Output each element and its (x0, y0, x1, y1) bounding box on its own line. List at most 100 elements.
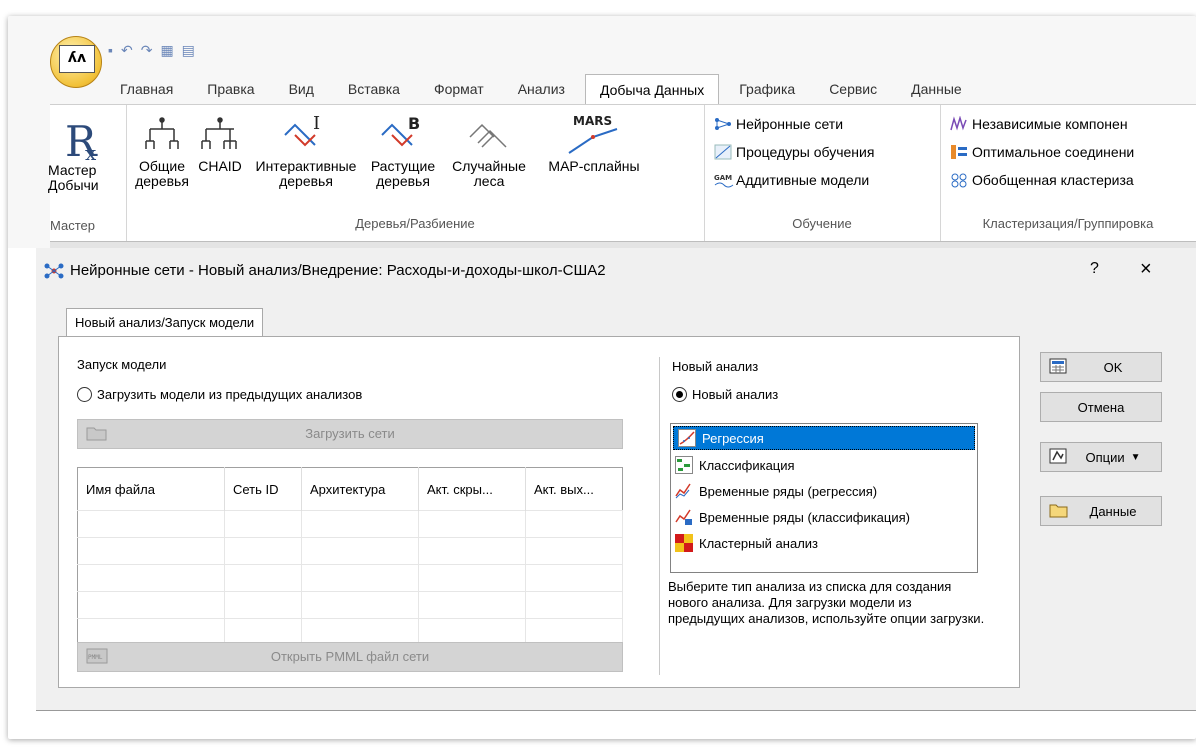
time-series-regression-icon (675, 482, 693, 500)
radio-circle[interactable] (77, 387, 92, 402)
col-hidden-activation[interactable]: Акт. скры... (418, 467, 526, 511)
mars-splines-button[interactable]: MARS MAP-сплайны (536, 111, 652, 174)
help-button[interactable]: ? (1090, 260, 1099, 278)
random-forests-button[interactable]: Случайные леса (442, 111, 536, 189)
window: ʎʌ ▪↶↷▦▤ Главная Правка Вид Вставка Форм… (8, 16, 1196, 739)
list-item-cluster-analysis[interactable]: Кластерный анализ (671, 530, 977, 556)
tab-edit[interactable]: Правка (193, 74, 268, 104)
neural-networks-dialog: Нейронные сети - Новый анализ/Внедрение:… (36, 248, 1196, 710)
open-pmml-label: Открыть PMML файл сети (270, 649, 430, 664)
rx-icon: Rx (48, 115, 118, 163)
tab-tools[interactable]: Сервис (815, 74, 891, 104)
neural-networks-label: Нейронные сети (736, 116, 844, 132)
dialog-title-bar[interactable]: Нейронные сети - Новый анализ/Внедрение:… (44, 262, 606, 279)
save-icon[interactable]: ▪ (108, 42, 121, 58)
print-icon[interactable]: ▦ (160, 42, 181, 58)
app-menu-button[interactable]: ʎʌ (50, 36, 102, 88)
cancel-label: Отмена (1077, 399, 1125, 415)
options-label: Опции (1085, 449, 1125, 465)
random-forest-icon (442, 111, 536, 159)
group-wizard: Rx Мастер Добычи Мастер (8, 105, 127, 241)
interactive-trees-label-2: деревья (279, 173, 333, 189)
mars-label: MAP-сплайны (548, 158, 640, 174)
model-launch-group: Запуск модели Загрузить модели из предыд… (77, 357, 647, 675)
col-file-name[interactable]: Имя файла (77, 467, 225, 511)
data-miner-wizard-button[interactable]: Rx Мастер Добычи (48, 115, 118, 193)
load-models-radio-label: Загрузить модели из предыдущих анализов (97, 387, 363, 402)
chevron-down-icon: ▼ (1130, 451, 1141, 463)
radio-circle-selected[interactable] (672, 387, 687, 402)
col-architecture[interactable]: Архитектура (301, 467, 419, 511)
group-label-wizard: Мастер (50, 218, 95, 233)
boosting-trees-label-1: Растущие (370, 158, 436, 174)
new-analysis-radio[interactable]: Новый анализ (672, 387, 778, 402)
data-button[interactable]: Данные (1040, 496, 1162, 526)
table-header-row: Имя файла Сеть ID Архитектура Акт. скры.… (77, 467, 623, 511)
table-row (77, 510, 623, 538)
list-item-label: Классификация (699, 457, 795, 473)
list-item-classification[interactable]: Классификация (671, 452, 977, 478)
ribbon: ʎʌ ▪↶↷▦▤ Главная Правка Вид Вставка Форм… (8, 16, 1196, 250)
list-item-time-series-regression[interactable]: Временные ряды (регрессия) (671, 478, 977, 504)
open-icon[interactable]: ▤ (182, 42, 203, 58)
list-item-regression[interactable]: Регрессия (673, 426, 975, 450)
tab-data-mining[interactable]: Добыча Данных (584, 74, 720, 105)
open-pmml-button[interactable]: PMML Открыть PMML файл сети (77, 642, 623, 672)
neural-networks-button[interactable]: Нейронные сети (714, 113, 843, 135)
table-row (77, 537, 623, 565)
additive-models-label: Аддитивные модели (736, 172, 870, 188)
calculator-icon (1049, 358, 1067, 374)
tab-insert[interactable]: Вставка (334, 74, 414, 104)
independent-components-button[interactable]: Независимые компонен (950, 113, 1128, 135)
boosting-trees-button[interactable]: B Растущие деревья (364, 111, 442, 189)
tab-format[interactable]: Формат (420, 74, 498, 104)
load-models-radio[interactable]: Загрузить модели из предыдущих анализов (77, 387, 362, 402)
chaid-label: CHAID (198, 158, 242, 174)
interactive-mark: I (313, 113, 320, 134)
tree-icon (134, 111, 190, 159)
ok-button[interactable]: OK (1040, 352, 1162, 382)
load-networks-label: Загрузить сети (305, 426, 395, 441)
mars-text: MARS (573, 114, 612, 128)
networks-table: Имя файла Сеть ID Архитектура Акт. скры.… (77, 467, 623, 646)
gam-icon: GAM (714, 172, 734, 188)
chaid-button[interactable]: CHAID (192, 111, 248, 174)
cancel-button[interactable]: Отмена (1040, 392, 1162, 422)
additive-models-button[interactable]: GAM Аддитивные модели (714, 169, 869, 191)
tab-analysis[interactable]: Анализ (504, 74, 579, 104)
training-icon (714, 144, 732, 160)
mars-icon: MARS (536, 111, 652, 159)
training-procedures-button[interactable]: Процедуры обучения (714, 141, 874, 163)
generalized-clustering-button[interactable]: Обобщенная кластериза (950, 169, 1134, 191)
analysis-type-list[interactable]: Регрессия Классификация Временные ряды (… (670, 423, 978, 573)
interactive-trees-label-1: Интерактивные (255, 158, 357, 174)
clustering-icon (950, 172, 968, 188)
wizard-label-1: Мастер (48, 162, 97, 178)
general-trees-button[interactable]: Общие деревья (134, 111, 190, 189)
redo-icon[interactable]: ↷ (141, 42, 161, 58)
col-network-id[interactable]: Сеть ID (224, 467, 302, 511)
group-trees: Общие деревья CHAID I Интерактивные дере… (126, 105, 705, 241)
list-item-time-series-classification[interactable]: Временные ряды (классификация) (671, 504, 977, 530)
tab-home[interactable]: Главная (106, 74, 187, 104)
tab-graphics[interactable]: Графика (725, 74, 809, 104)
load-networks-button[interactable]: Загрузить сети (77, 419, 623, 449)
col-output-activation[interactable]: Акт. вых... (526, 468, 623, 511)
group-label-clustering: Кластеризация/Группировка (982, 216, 1154, 231)
tab-view[interactable]: Вид (275, 74, 328, 104)
optimal-join-button[interactable]: Оптимальное соединени (950, 141, 1134, 163)
tab-data[interactable]: Данные (897, 74, 976, 104)
list-item-label: Временные ряды (регрессия) (699, 483, 878, 499)
general-trees-label-2: деревья (135, 173, 189, 189)
optimal-join-label: Оптимальное соединени (972, 144, 1135, 160)
list-item-label: Регрессия (702, 430, 764, 446)
list-item-label: Временные ряды (классификация) (699, 509, 910, 525)
generalized-clustering-label: Обобщенная кластериза (972, 172, 1134, 188)
tab-new-analysis[interactable]: Новый анализ/Запуск модели (66, 308, 264, 337)
undo-icon[interactable]: ↶ (121, 42, 141, 58)
options-button[interactable]: Опции ▼ (1040, 442, 1162, 472)
quick-access-toolbar[interactable]: ▪↶↷▦▤ (108, 42, 278, 60)
interactive-trees-button[interactable]: I Интерактивные деревья (250, 111, 362, 189)
ok-label: OK (1103, 359, 1123, 375)
close-button[interactable]: × (1140, 258, 1152, 281)
